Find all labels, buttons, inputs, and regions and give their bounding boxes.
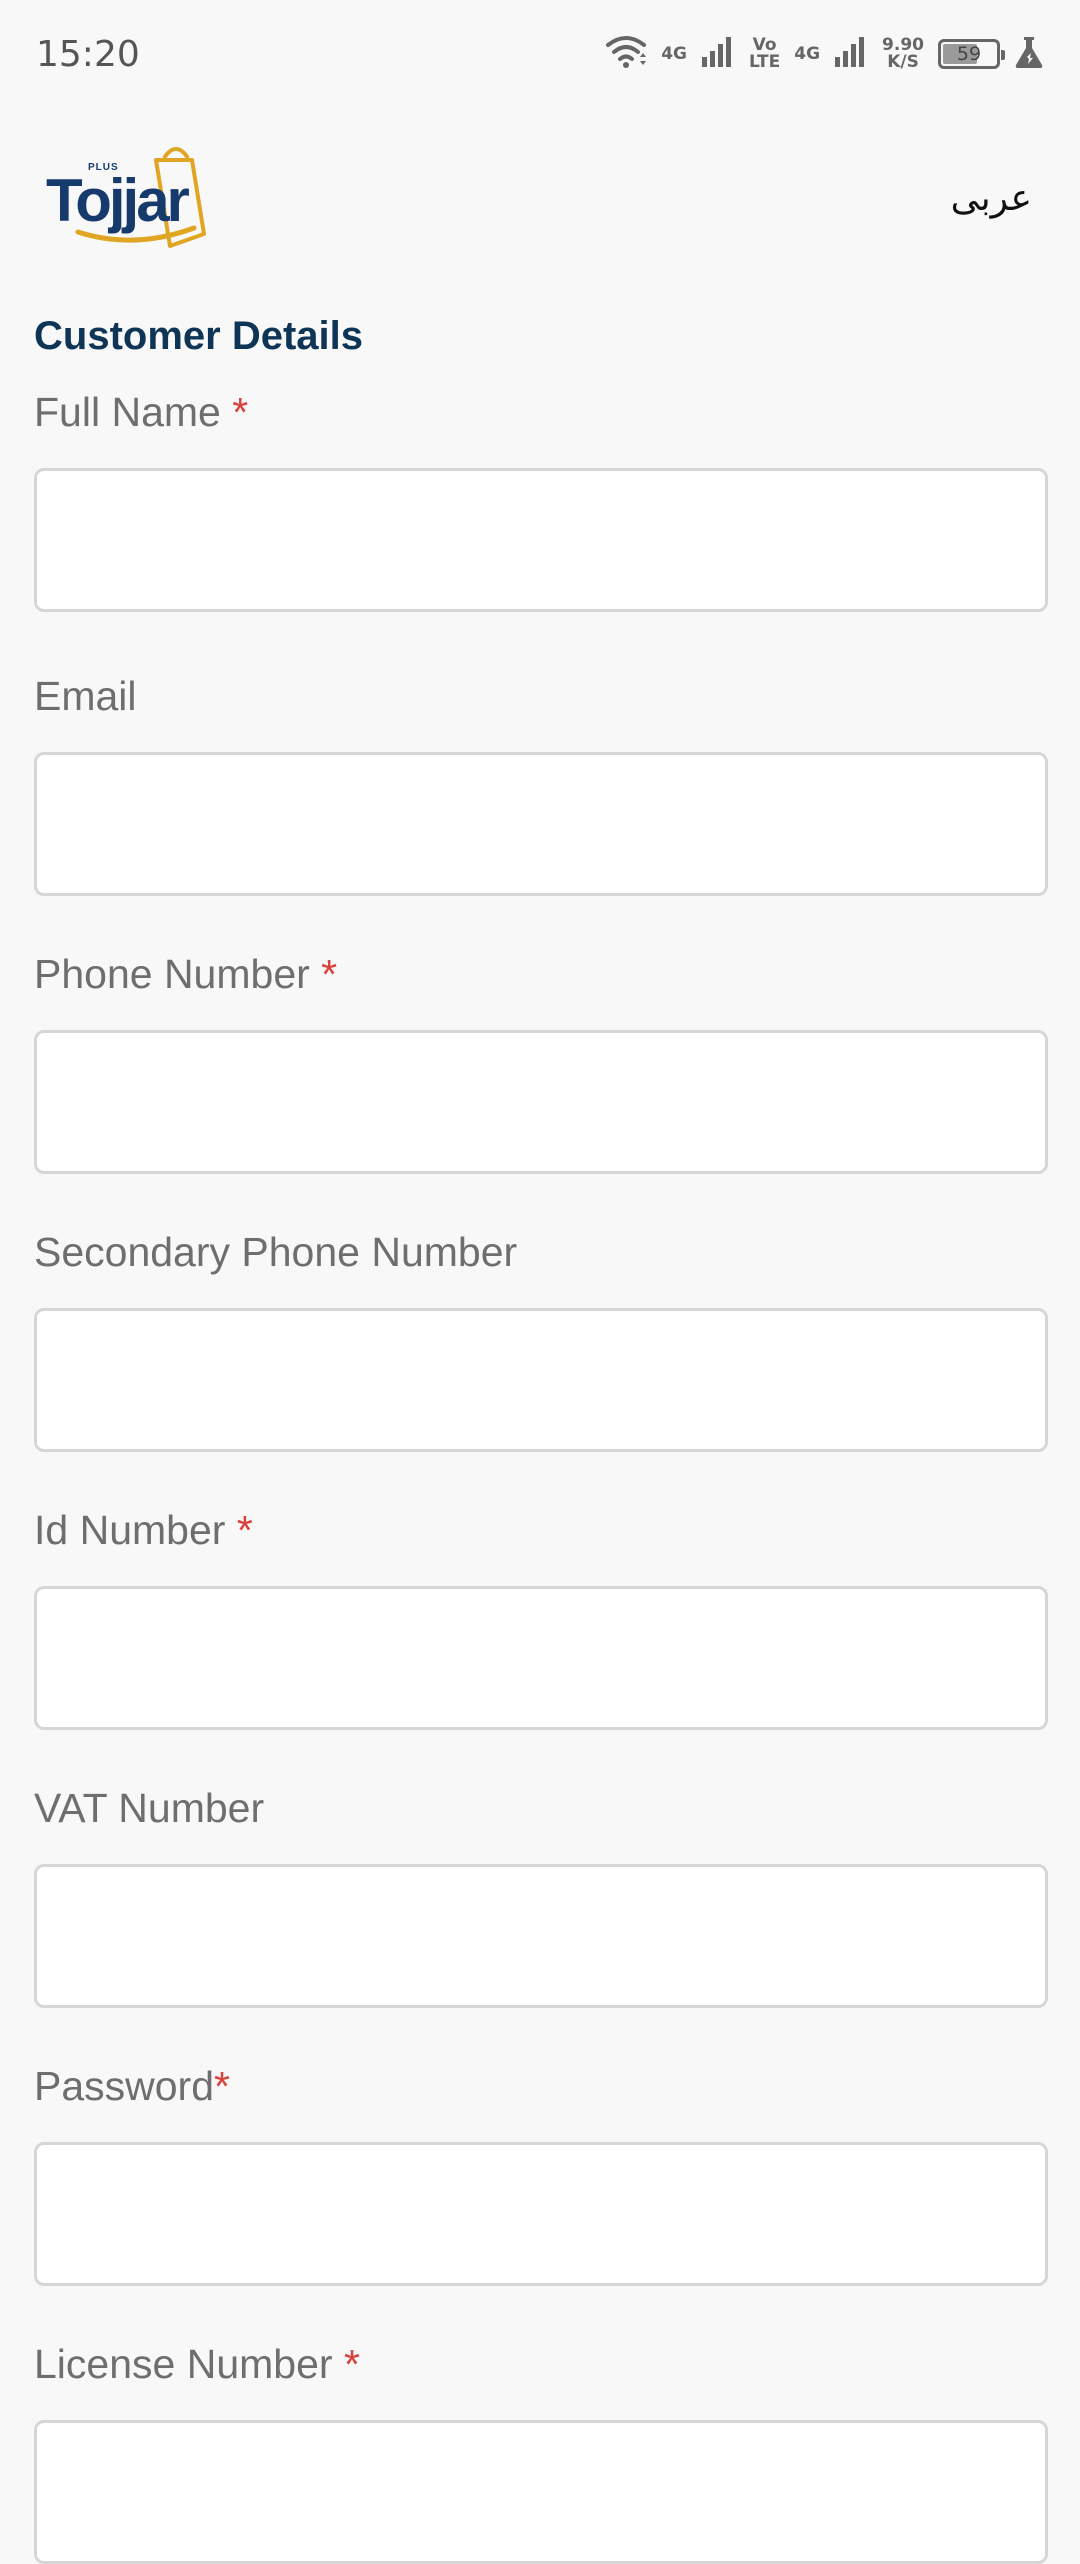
id-number-input[interactable]: [34, 1586, 1048, 1730]
battery-level: 59: [956, 43, 982, 65]
license-number-input[interactable]: [34, 2420, 1048, 2564]
required-mark: *: [214, 2063, 230, 2109]
customer-details-form: Customer Details Full Name * Email Phone…: [34, 300, 1048, 2564]
status-bar: 15:20 4G Vo LTE 4G 9.90 K/S 59: [0, 0, 1080, 108]
network-speed: 9.90 K/S: [882, 37, 924, 71]
volte-bottom: LTE: [749, 52, 781, 72]
vat-number-label: VAT Number: [34, 1776, 1048, 1840]
battery-icon: 59: [938, 39, 1005, 69]
logo-text: Tojjar: [46, 167, 190, 234]
full-name-input[interactable]: [34, 468, 1048, 612]
vat-number-input[interactable]: [34, 1864, 1048, 2008]
phone-number-input[interactable]: [34, 1030, 1048, 1174]
field-id-number: Id Number *: [34, 1498, 1048, 1730]
field-vat-number: VAT Number: [34, 1776, 1048, 2008]
license-number-label: License Number *: [34, 2332, 1048, 2396]
password-input[interactable]: [34, 2142, 1048, 2286]
field-license-number: License Number *: [34, 2332, 1048, 2564]
email-label: Email: [34, 664, 1048, 728]
speed-unit: K/S: [887, 52, 919, 72]
section-title: Customer Details: [34, 314, 363, 358]
signal-icon-1: [701, 35, 735, 74]
required-mark: *: [321, 951, 338, 997]
field-phone-number: Phone Number *: [34, 942, 1048, 1174]
secondary-phone-number-input[interactable]: [34, 1308, 1048, 1452]
tojjar-logo: PLUS Tojjar: [44, 146, 240, 250]
required-mark: *: [343, 2341, 360, 2387]
signal-icon-2: [834, 35, 868, 74]
field-password: Password*: [34, 2054, 1048, 2286]
field-email: Email: [34, 664, 1048, 896]
full-name-label-text: Full Name: [34, 389, 233, 435]
volte-indicator: Vo LTE: [749, 37, 780, 71]
email-label-text: Email: [34, 673, 137, 719]
required-mark: *: [236, 1507, 253, 1553]
secondary-phone-number-label-text: Secondary Phone Number: [34, 1229, 518, 1275]
password-label: Password*: [34, 2054, 1048, 2118]
full-name-label: Full Name *: [34, 380, 1048, 444]
phone-number-label-text: Phone Number: [34, 951, 322, 997]
network-type-2: 4G: [794, 43, 821, 64]
network-type-1: 4G: [661, 43, 688, 64]
id-number-label: Id Number *: [34, 1498, 1048, 1562]
field-secondary-phone-number: Secondary Phone Number: [34, 1220, 1048, 1452]
app-header: PLUS Tojjar عربى: [0, 108, 1080, 288]
wifi-icon: [605, 35, 647, 74]
id-number-label-text: Id Number: [34, 1507, 237, 1553]
field-full-name: Full Name *: [34, 380, 1048, 612]
password-label-text: Password: [34, 2063, 215, 2109]
license-number-label-text: License Number: [34, 2341, 344, 2387]
required-mark: *: [232, 389, 249, 435]
vat-number-label-text: VAT Number: [34, 1785, 265, 1831]
status-time: 15:20: [36, 33, 140, 75]
language-toggle-link[interactable]: عربى: [951, 178, 1032, 219]
email-input[interactable]: [34, 752, 1048, 896]
flask-icon: [1014, 35, 1044, 74]
status-icons: 4G Vo LTE 4G 9.90 K/S 59: [605, 35, 1044, 74]
phone-number-label: Phone Number *: [34, 942, 1048, 1006]
secondary-phone-number-label: Secondary Phone Number: [34, 1220, 1048, 1284]
